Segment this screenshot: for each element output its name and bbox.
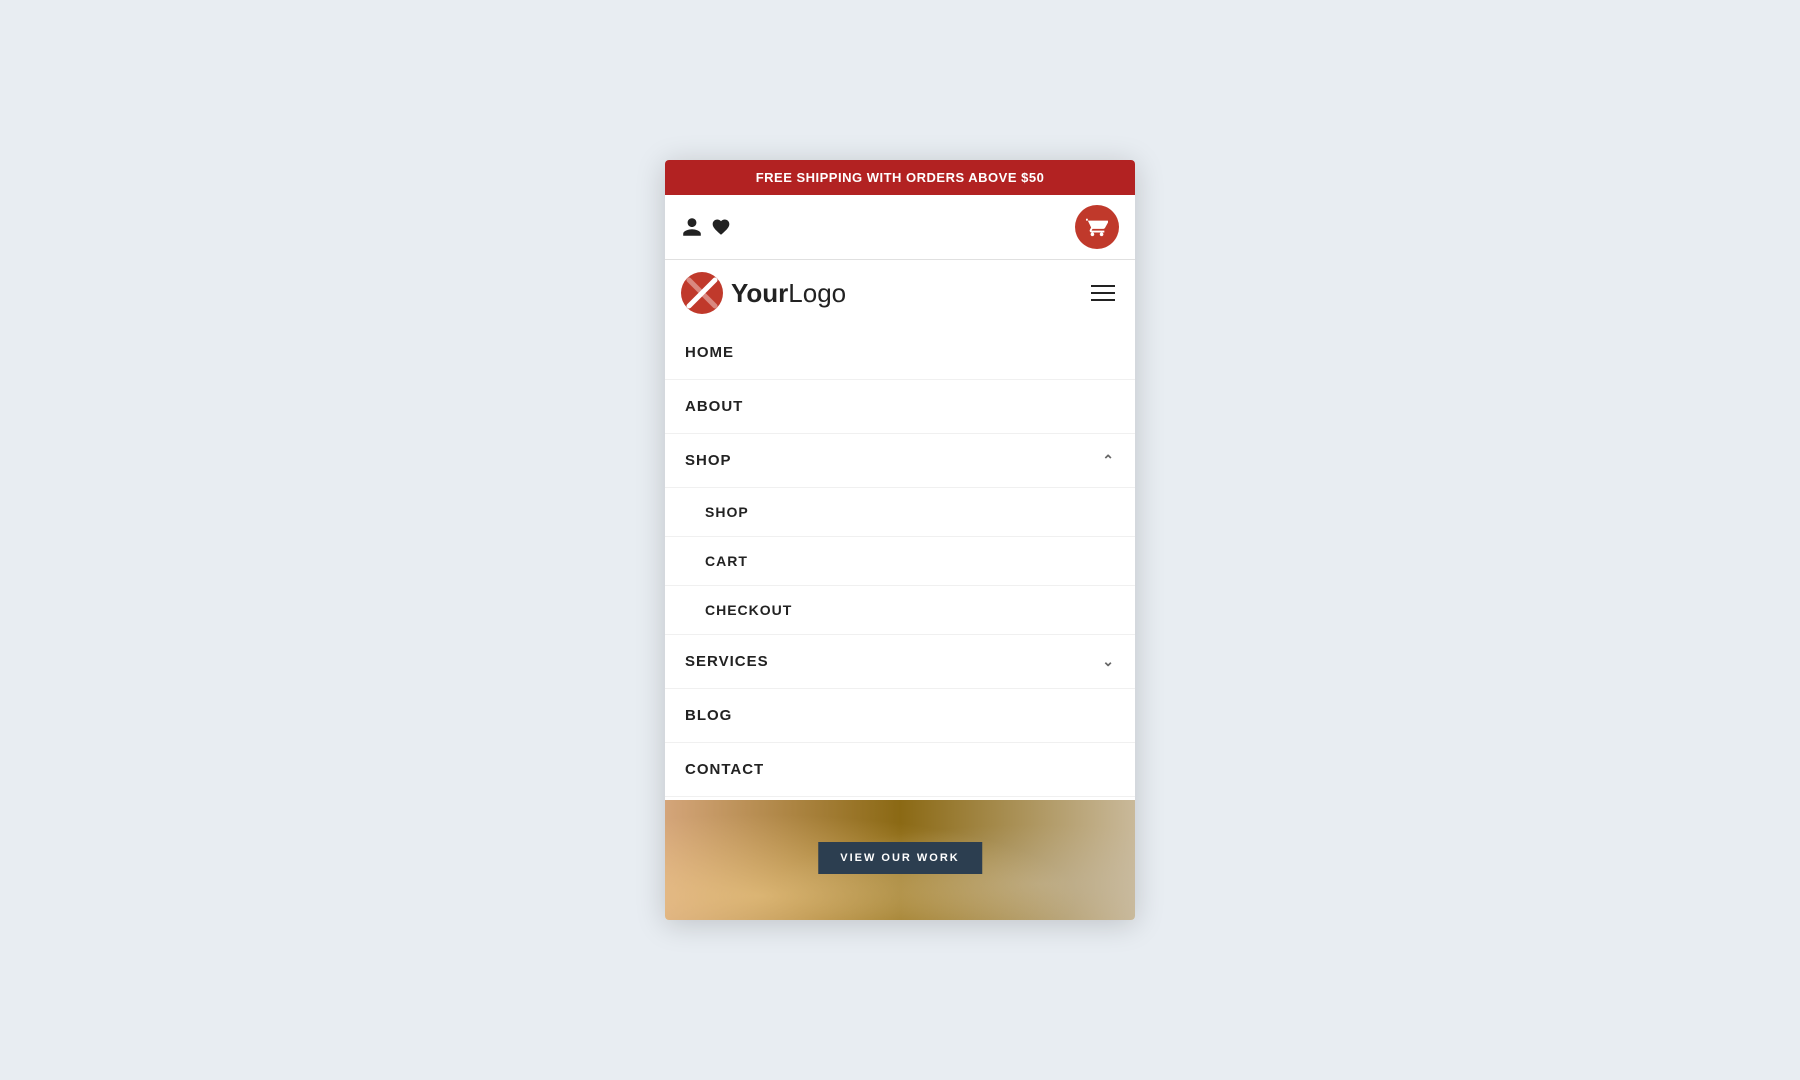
nav-item-shop-label: SHOP bbox=[685, 452, 732, 469]
hero-section: VIEW OUR WORK bbox=[665, 800, 1135, 920]
logo-area: YourLogo bbox=[681, 272, 846, 314]
logo-row: YourLogo bbox=[665, 260, 1135, 326]
nav-subitem-cart[interactable]: CART bbox=[665, 537, 1135, 586]
hamburger-line-2 bbox=[1091, 292, 1115, 294]
nav-subitem-cart-label: CART bbox=[705, 553, 748, 569]
user-icon[interactable] bbox=[681, 216, 703, 238]
nav-menu: HOME ABOUT SHOP ⌃ SHOP CART CHECKOUT SER… bbox=[665, 326, 1135, 800]
logo-light: Logo bbox=[788, 278, 846, 308]
cart-button[interactable] bbox=[1075, 205, 1119, 249]
heart-icon[interactable] bbox=[711, 217, 731, 237]
nav-item-contact-label: CONTACT bbox=[685, 761, 764, 778]
hamburger-line-1 bbox=[1091, 285, 1115, 287]
icon-row-left bbox=[681, 216, 731, 238]
hamburger-line-3 bbox=[1091, 299, 1115, 301]
nav-item-services[interactable]: SERVICES ⌄ bbox=[665, 635, 1135, 689]
cart-icon bbox=[1086, 216, 1108, 238]
announcement-text: FREE SHIPPING WITH ORDERS ABOVE $50 bbox=[756, 170, 1045, 185]
nav-item-about-label: ABOUT bbox=[685, 398, 743, 415]
hero-cta-label: VIEW OUR WORK bbox=[840, 852, 960, 864]
logo-text: YourLogo bbox=[731, 278, 846, 309]
logo-bold: Your bbox=[731, 278, 788, 308]
nav-item-home[interactable]: HOME bbox=[665, 326, 1135, 380]
nav-item-about[interactable]: ABOUT bbox=[665, 380, 1135, 434]
nav-subitem-checkout-label: CHECKOUT bbox=[705, 602, 792, 618]
nav-item-services-label: SERVICES bbox=[685, 653, 769, 670]
nav-item-home-label: HOME bbox=[685, 344, 734, 361]
nav-subitem-shop-label: SHOP bbox=[705, 504, 749, 520]
icon-row bbox=[665, 195, 1135, 260]
nav-item-blog[interactable]: BLOG bbox=[665, 689, 1135, 743]
nav-subitem-checkout[interactable]: CHECKOUT bbox=[665, 586, 1135, 635]
nav-subitem-shop[interactable]: SHOP bbox=[665, 488, 1135, 537]
nav-item-shop[interactable]: SHOP ⌃ bbox=[665, 434, 1135, 488]
phone-frame: FREE SHIPPING WITH ORDERS ABOVE $50 bbox=[665, 160, 1135, 920]
chevron-down-icon: ⌄ bbox=[1102, 653, 1115, 670]
view-our-work-button[interactable]: VIEW OUR WORK bbox=[818, 842, 982, 874]
nav-item-blog-label: BLOG bbox=[685, 707, 732, 724]
hamburger-button[interactable] bbox=[1087, 281, 1119, 305]
announcement-bar: FREE SHIPPING WITH ORDERS ABOVE $50 bbox=[665, 160, 1135, 195]
logo-graphic-icon bbox=[681, 272, 723, 314]
chevron-up-icon: ⌃ bbox=[1102, 452, 1115, 469]
nav-item-contact[interactable]: CONTACT bbox=[665, 743, 1135, 797]
